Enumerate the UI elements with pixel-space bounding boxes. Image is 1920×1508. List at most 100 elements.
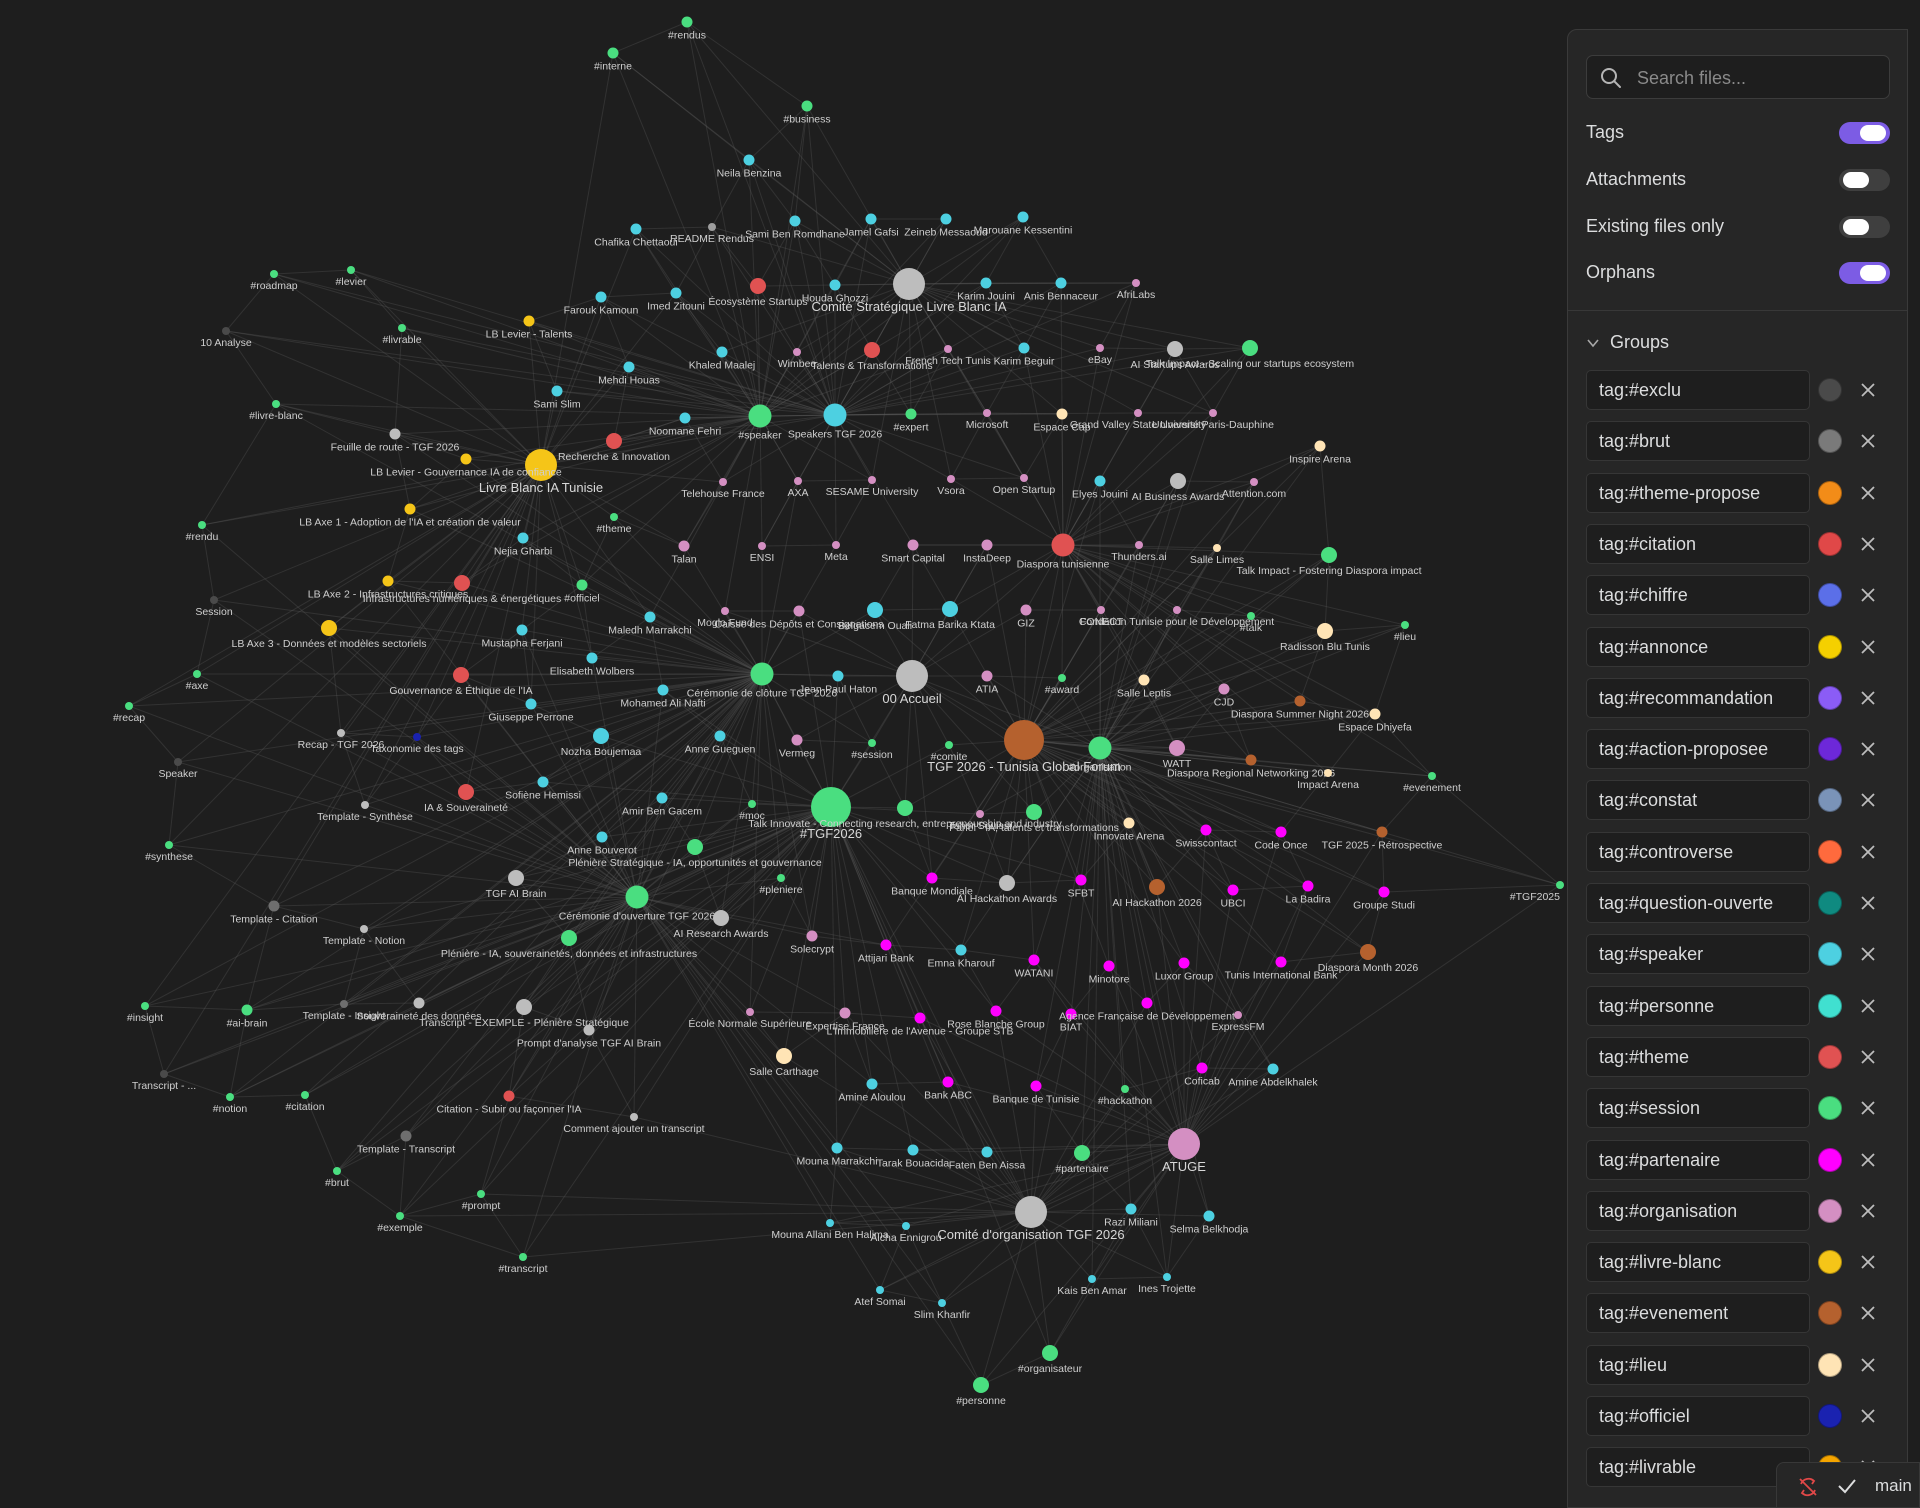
graph-node[interactable]: ATIA xyxy=(976,670,999,696)
graph-node-dot[interactable] xyxy=(222,327,230,335)
graph-node-dot[interactable] xyxy=(1028,954,1040,966)
graph-node-dot[interactable] xyxy=(678,540,690,552)
group-color-swatch[interactable] xyxy=(1818,378,1842,402)
graph-node-dot[interactable] xyxy=(1168,1128,1200,1160)
graph-node[interactable]: #livrable xyxy=(382,324,422,346)
graph-node-dot[interactable] xyxy=(1074,1145,1090,1161)
graph-node-dot[interactable] xyxy=(880,939,892,951)
graph-node-dot[interactable] xyxy=(1245,754,1257,766)
graph-node-dot[interactable] xyxy=(866,1078,878,1090)
graph-node-dot[interactable] xyxy=(876,1286,884,1294)
graph-node[interactable]: TGF 2025 - Rétrospective xyxy=(1322,826,1443,852)
graph-node-dot[interactable] xyxy=(268,900,280,912)
graph-node[interactable]: Solecrypt xyxy=(790,930,834,956)
close-icon[interactable] xyxy=(1858,688,1878,708)
graph-node-dot[interactable] xyxy=(174,758,182,766)
graph-node-dot[interactable] xyxy=(361,801,369,809)
close-icon[interactable] xyxy=(1858,1355,1878,1375)
close-icon[interactable] xyxy=(1858,1201,1878,1221)
graph-node[interactable]: #prompt xyxy=(462,1190,501,1212)
graph-node-dot[interactable] xyxy=(687,839,703,855)
graph-node[interactable]: Swisscontact xyxy=(1175,824,1237,850)
graph-node[interactable]: #business xyxy=(783,100,831,126)
graph-node-dot[interactable] xyxy=(1121,1085,1129,1093)
graph-node-dot[interactable] xyxy=(1026,804,1042,820)
graph-node[interactable]: #personne xyxy=(956,1377,1006,1407)
graph-node-dot[interactable] xyxy=(719,478,727,486)
graph-node[interactable]: Smart Capital xyxy=(881,539,945,565)
graph-node[interactable]: La Badira xyxy=(1286,880,1331,906)
graph-node[interactable]: Selma Belkhodja xyxy=(1170,1210,1249,1236)
graph-node[interactable]: SESAME University xyxy=(826,476,920,498)
graph-node-dot[interactable] xyxy=(914,1012,926,1024)
graph-node-dot[interactable] xyxy=(1051,533,1075,557)
graph-node-dot[interactable] xyxy=(360,925,368,933)
graph-node[interactable]: Vsora xyxy=(937,475,965,497)
graph-node-dot[interactable] xyxy=(1132,279,1140,287)
graph-node-dot[interactable] xyxy=(477,1190,485,1198)
graph-node-dot[interactable] xyxy=(1135,541,1143,549)
close-icon[interactable] xyxy=(1858,380,1878,400)
graph-node-dot[interactable] xyxy=(198,521,206,529)
close-icon[interactable] xyxy=(1858,996,1878,1016)
graph-node-dot[interactable] xyxy=(623,361,635,373)
graph-node-dot[interactable] xyxy=(716,346,728,358)
graph-node[interactable]: SFBT xyxy=(1068,874,1095,900)
graph-node[interactable]: #theme xyxy=(596,513,632,535)
graph-node[interactable]: #lieu xyxy=(1394,621,1416,643)
graph-node-dot[interactable] xyxy=(1360,944,1376,960)
group-query-input[interactable]: tag:#exclu xyxy=(1586,370,1810,410)
graph-node-dot[interactable] xyxy=(516,999,532,1015)
graph-node-dot[interactable] xyxy=(981,670,993,682)
graph-node-dot[interactable] xyxy=(1020,604,1032,616)
graph-node-dot[interactable] xyxy=(1123,817,1135,829)
graph-node-dot[interactable] xyxy=(947,475,955,483)
graph-node-dot[interactable] xyxy=(832,541,840,549)
graph-node[interactable]: #transcript xyxy=(498,1253,548,1275)
close-icon[interactable] xyxy=(1858,637,1878,657)
graph-node-dot[interactable] xyxy=(517,532,529,544)
group-color-swatch[interactable] xyxy=(1818,1096,1842,1121)
graph-node-dot[interactable] xyxy=(1250,478,1258,486)
graph-node-dot[interactable] xyxy=(657,684,669,696)
graph-node-dot[interactable] xyxy=(333,1167,341,1175)
graph-node[interactable]: Chafika Chettaoui xyxy=(594,223,678,249)
graph-node-dot[interactable] xyxy=(1556,881,1564,889)
graph-node[interactable]: Attijari Bank xyxy=(858,939,915,965)
graph-node-dot[interactable] xyxy=(165,841,173,849)
graph-node-dot[interactable] xyxy=(596,831,608,843)
graph-node-dot[interactable] xyxy=(337,729,345,737)
graph-node[interactable]: #exemple xyxy=(377,1212,423,1234)
graph-node[interactable]: Banque de Tunisie xyxy=(993,1080,1080,1106)
group-color-swatch[interactable] xyxy=(1818,788,1842,813)
graph-node-dot[interactable] xyxy=(340,1000,348,1008)
graph-node-dot[interactable] xyxy=(1125,1203,1137,1215)
graph-node-dot[interactable] xyxy=(413,997,425,1009)
close-icon[interactable] xyxy=(1858,1252,1878,1272)
group-query-input[interactable]: tag:#theme xyxy=(1586,1036,1810,1077)
tags-toggle[interactable] xyxy=(1839,122,1890,144)
graph-node[interactable]: Sami Slim xyxy=(533,385,581,411)
graph-node-dot[interactable] xyxy=(644,611,656,623)
graph-node-dot[interactable] xyxy=(1020,474,1028,482)
graph-node-dot[interactable] xyxy=(1196,1062,1208,1074)
graph-node[interactable]: ENSI xyxy=(750,542,775,564)
graph-node-dot[interactable] xyxy=(1294,695,1306,707)
graph-node[interactable]: Telehouse France xyxy=(681,478,765,500)
graph-node-dot[interactable] xyxy=(398,324,406,332)
graph-node-dot[interactable] xyxy=(1056,408,1068,420)
graph-node-dot[interactable] xyxy=(1209,409,1217,417)
graph-node[interactable]: AXA xyxy=(787,477,809,499)
graph-node-dot[interactable] xyxy=(1103,960,1115,972)
graph-node-dot[interactable] xyxy=(1428,772,1436,780)
graph-node-dot[interactable] xyxy=(656,792,668,804)
graph-node-dot[interactable] xyxy=(503,1090,515,1102)
group-query-input[interactable]: tag:#speaker xyxy=(1586,934,1810,975)
graph-node-dot[interactable] xyxy=(721,607,729,615)
graph-node-dot[interactable] xyxy=(826,1219,834,1227)
graph-node-dot[interactable] xyxy=(1234,1011,1242,1019)
graph-node-dot[interactable] xyxy=(1218,683,1230,695)
graph-node-dot[interactable] xyxy=(944,345,952,353)
graph-node[interactable]: #interne xyxy=(594,47,632,73)
graph-node[interactable]: Faten Ben Aissa xyxy=(949,1146,1026,1172)
